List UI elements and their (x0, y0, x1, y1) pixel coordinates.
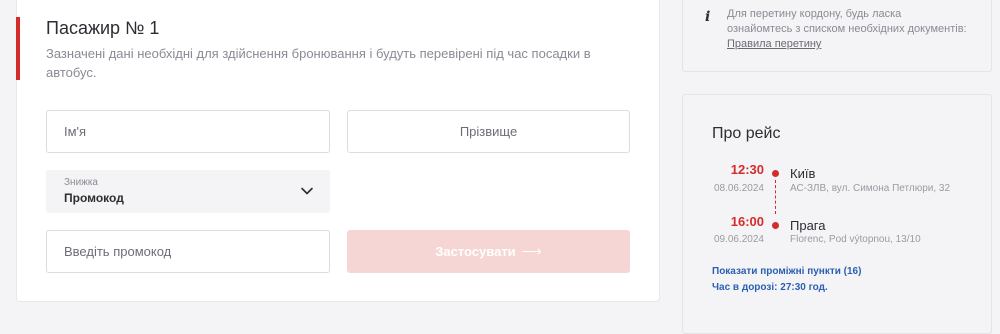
departure-date: 08.06.2024 (713, 183, 764, 194)
accent-bar (16, 17, 20, 80)
border-info-text: Для перетину кордону, будь ласка ознайом… (727, 7, 967, 52)
border-rules-link[interactable]: Правила перетину (727, 38, 821, 50)
arrival-dot (772, 222, 779, 229)
border-info-message: Для перетину кордону, будь ласка ознайом… (727, 8, 967, 35)
route-line (775, 180, 776, 214)
departure-time: 12:30 (730, 162, 764, 177)
discount-value: Промокод (64, 191, 124, 205)
arrival-address: Florenc, Pod výtopnou, 13/10 (790, 234, 921, 245)
show-stops-link[interactable]: Показати проміжні пункти (16) (712, 266, 861, 277)
discount-label: Знижка (64, 177, 98, 188)
discount-select[interactable]: Знижка Промокод (46, 170, 330, 213)
promo-code-input[interactable]: Введіть промокод (46, 230, 330, 273)
chevron-down-icon (301, 187, 313, 195)
departure-address: АС-ЗЛВ, вул. Симона Петлюри, 32 (790, 183, 951, 194)
departure-dot (772, 170, 779, 177)
info-icon: i (705, 9, 711, 25)
passenger-title: Пасажир № 1 (46, 18, 160, 38)
arrival-time: 16:00 (730, 214, 764, 229)
trip-title: Про рейс (712, 125, 781, 142)
apply-button[interactable]: Застосувати ⟶ (347, 230, 630, 273)
departure-city: Київ (790, 166, 816, 181)
passenger-description: Зазначені дані необхідні для здійснення … (46, 46, 591, 80)
trip-duration: Час в дорозі: 27:30 год. (712, 282, 828, 293)
last-name-input[interactable]: Прізвище (347, 110, 630, 153)
apply-label: Застосувати (435, 244, 516, 259)
arrow-right-icon: ⟶ (521, 243, 542, 259)
arrival-city: Прага (790, 218, 826, 233)
arrival-date: 09.06.2024 (713, 234, 764, 245)
first-name-input[interactable]: Ім'я (46, 110, 330, 153)
